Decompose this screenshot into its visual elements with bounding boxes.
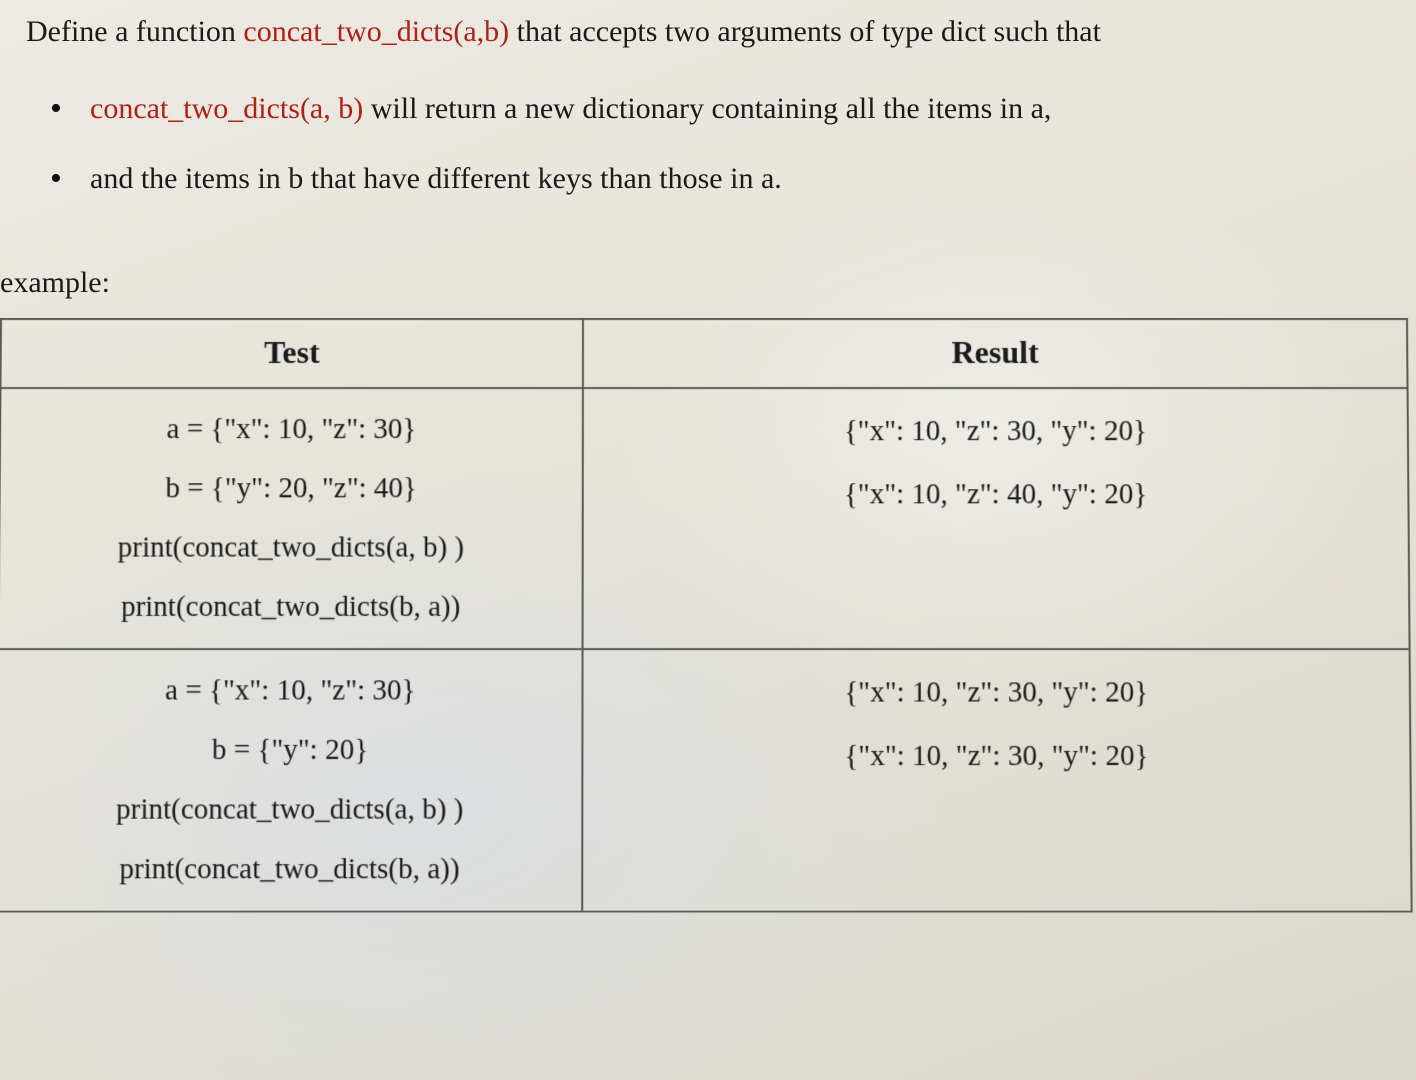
result-line: {"x": 10, "z": 30, "y": 20} <box>594 676 1399 709</box>
column-header-test: Test <box>0 318 583 387</box>
table-wrap: Test Result a = {"x": 10, "z": 30} b = {… <box>0 318 1415 913</box>
bullet2-prefix: and the items in <box>90 162 288 195</box>
intro-paragraph: Define a function concat_two_dicts(a,b) … <box>0 10 1410 54</box>
document-page: Define a function concat_two_dicts(a,b) … <box>0 0 1416 909</box>
table-header-row: Test Result <box>0 318 1407 387</box>
result-block: {"x": 10, "z": 30, "y": 20} {"x": 10, "z… <box>593 676 1399 773</box>
bullet-rest: will return a new dictionary containing … <box>363 92 1051 125</box>
test-block: a = {"x": 10, "z": 30} b = {"y": 20} pri… <box>8 676 572 884</box>
result-line: {"x": 10, "z": 30, "y": 20} <box>594 415 1397 448</box>
code-line: a = {"x": 10, "z": 30} <box>9 676 571 705</box>
bullet-list: concat_two_dicts(a, b) will return a new… <box>0 92 1410 196</box>
test-cell: a = {"x": 10, "z": 30} b = {"y": 20, "z"… <box>0 388 583 649</box>
code-line: print(concat_two_dicts(b, a)) <box>8 855 572 884</box>
tests-table: Test Result a = {"x": 10, "z": 30} b = {… <box>0 318 1413 913</box>
table-row: a = {"x": 10, "z": 30} b = {"y": 20, "z"… <box>0 388 1410 649</box>
code-line: print(concat_two_dicts(a, b) ) <box>8 795 571 824</box>
code-line: print(concat_two_dicts(a, b) ) <box>10 533 572 562</box>
example-label: example: <box>0 266 1410 300</box>
result-block: {"x": 10, "z": 30, "y": 20} {"x": 10, "z… <box>594 415 1398 511</box>
result-cell: {"x": 10, "z": 30, "y": 20} {"x": 10, "z… <box>582 649 1411 912</box>
intro-suffix: that accepts two arguments of type dict … <box>509 15 1101 48</box>
list-item: and the items in b that have different k… <box>90 162 1410 196</box>
bullet2-mid: b <box>288 162 303 195</box>
result-line: {"x": 10, "z": 30, "y": 20} <box>593 739 1399 772</box>
bullet2-suffix: that have different keys than those in a… <box>303 162 781 195</box>
intro-function-name: concat_two_dicts(a,b) <box>243 15 509 48</box>
result-line: {"x": 10, "z": 40, "y": 20} <box>594 478 1398 511</box>
code-line: b = {"y": 20, "z": 40} <box>11 474 572 503</box>
list-item: concat_two_dicts(a, b) will return a new… <box>90 92 1410 126</box>
intro-prefix: Define a function <box>26 15 243 48</box>
table-row: a = {"x": 10, "z": 30} b = {"y": 20} pri… <box>0 649 1412 912</box>
test-block: a = {"x": 10, "z": 30} b = {"y": 20, "z"… <box>10 415 572 622</box>
code-line: a = {"x": 10, "z": 30} <box>11 415 572 444</box>
result-cell: {"x": 10, "z": 30, "y": 20} {"x": 10, "z… <box>583 388 1410 649</box>
test-cell: a = {"x": 10, "z": 30} b = {"y": 20} pri… <box>0 649 583 912</box>
column-header-result: Result <box>583 318 1408 387</box>
code-line: b = {"y": 20} <box>9 735 572 764</box>
bullet-function-name: concat_two_dicts(a, b) <box>90 92 363 125</box>
code-line: print(concat_two_dicts(b, a)) <box>10 592 572 621</box>
